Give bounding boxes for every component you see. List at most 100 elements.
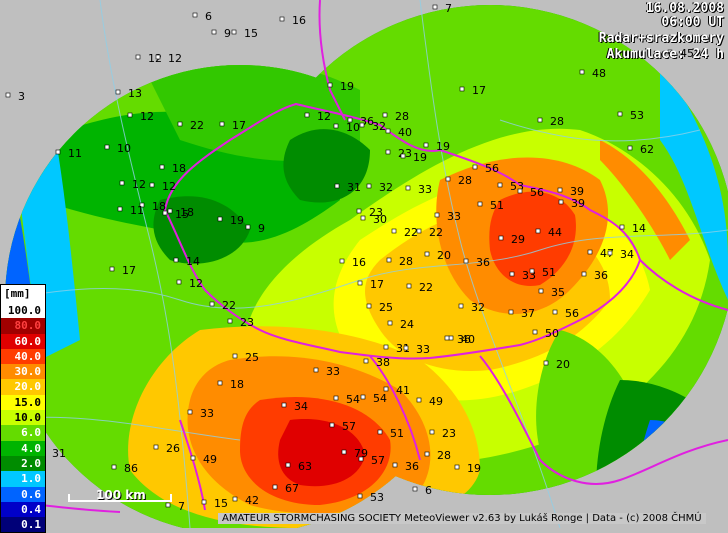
gauge-marker: [405, 185, 411, 191]
gauge-marker: [359, 122, 365, 128]
gauge-value: 12: [162, 180, 176, 193]
gauge-marker: [445, 176, 451, 182]
gauge-marker: [55, 149, 61, 155]
gauge-value: 9: [224, 27, 231, 40]
gauge-value: 51: [390, 427, 404, 440]
gauge-value: 57: [371, 454, 385, 467]
gauge-marker: [434, 212, 440, 218]
gauge-marker: [607, 250, 613, 256]
gauge-value: 28: [395, 110, 409, 123]
legend-level: 1.0: [1, 471, 45, 487]
gauge-marker: [459, 86, 465, 92]
gauge-marker: [162, 210, 168, 216]
gauge-value: 12: [140, 110, 154, 123]
gauge-value: 25: [245, 351, 259, 364]
gauge-marker: [272, 484, 278, 490]
gauge-value: 34: [620, 248, 634, 261]
legend-level: 0.4: [1, 501, 45, 518]
gauge-marker: [232, 353, 238, 359]
gauge-marker: [387, 320, 393, 326]
gauge-marker: [159, 164, 165, 170]
gauge-marker: [392, 462, 398, 468]
gauge-value: 56: [565, 307, 579, 320]
gauge-value: 14: [186, 255, 200, 268]
radar-map[interactable]: 9 156 1674512 123 1319 17481222 1728 28 5311 1018…: [0, 0, 728, 528]
gauge-marker: [498, 235, 504, 241]
accumulation-period: Akumulace: 24 h: [606, 47, 724, 62]
gauge-value: 28: [437, 449, 451, 462]
map-date: 16.08.2008: [645, 1, 724, 16]
gauge-marker: [334, 183, 340, 189]
gauge-marker: [173, 257, 179, 263]
gauge-marker: [153, 444, 159, 450]
gauge-marker: [201, 499, 207, 505]
gauge-marker: [386, 257, 392, 263]
gauge-value: 25: [379, 301, 393, 314]
gauge-marker: [391, 228, 397, 234]
gauge-marker: [219, 121, 225, 127]
color-legend: [mm] 100.0 80.0 60.0 40.0 30.0 20.0 15.0 10.0 6.…: [0, 284, 46, 533]
gauge-value: 36: [457, 333, 471, 346]
gauge-marker: [192, 12, 198, 18]
gauge-marker: [448, 335, 454, 341]
gauge-value: 67: [285, 482, 299, 495]
gauge-marker: [472, 164, 478, 170]
gauge-value: 12: [132, 178, 146, 191]
gauge-value: 22: [419, 281, 433, 294]
gauge-value: 37: [521, 307, 535, 320]
gauge-marker: [444, 335, 450, 341]
gauge-value: 34: [294, 400, 308, 413]
gauge-marker: [477, 201, 483, 207]
legend-level: 4.0: [1, 440, 45, 456]
gauge-value: 23: [442, 427, 456, 440]
gauge-marker: [579, 69, 585, 75]
gauge-value: 10: [117, 142, 131, 155]
gauge-value: 22: [222, 299, 236, 312]
gauge-value: 35: [551, 286, 565, 299]
gauge-value: 17: [232, 119, 246, 132]
gauge-value: 28: [399, 255, 413, 268]
gauge-marker: [149, 182, 155, 188]
legend-level: 15.0: [1, 394, 45, 411]
gauge-value: 9: [258, 222, 265, 235]
gauge-marker: [327, 82, 333, 88]
legend-level: 0.1: [1, 517, 45, 533]
gauge-value: 53: [630, 109, 644, 122]
gauge-marker: [377, 429, 383, 435]
gauge-value: 19: [467, 462, 481, 475]
gauge-marker: [423, 142, 429, 148]
gauge-value: 56: [485, 162, 499, 175]
gauge-marker: [363, 358, 369, 364]
gauge-marker: [385, 149, 391, 155]
gauge-marker: [119, 180, 125, 186]
gauge-marker: [109, 266, 115, 272]
gauge-marker: [552, 309, 558, 315]
gauge-marker: [617, 111, 623, 117]
gauge-marker: [135, 54, 141, 60]
gauge-value: 28: [550, 115, 564, 128]
gauge-value: 22: [429, 226, 443, 239]
gauge-value: 19: [340, 80, 354, 93]
gauge-value: 32: [372, 120, 386, 133]
gauge-marker: [535, 228, 541, 234]
gauge-value: 36: [476, 256, 490, 269]
gauge-marker: [313, 367, 319, 373]
gauge-marker: [339, 258, 345, 264]
gauge-value: 29: [511, 233, 525, 246]
gauge-value: 26: [166, 442, 180, 455]
gauge-marker: [281, 402, 287, 408]
gauge-marker: [416, 228, 422, 234]
gauge-value: 62: [640, 143, 654, 156]
gauge-value: 33: [447, 210, 461, 223]
gauge-value: 24: [400, 318, 414, 331]
gauge-marker: [458, 303, 464, 309]
gauge-value: 12: [189, 277, 203, 290]
gauge-value: 12: [317, 110, 331, 123]
gauge-value: 16: [352, 256, 366, 269]
gauge-value: 39: [571, 197, 585, 210]
gauge-marker: [360, 394, 366, 400]
gauge-marker: [383, 344, 389, 350]
legend-level: 0.6: [1, 486, 45, 502]
gauge-marker: [333, 395, 339, 401]
gauge-value: 6: [205, 10, 212, 23]
